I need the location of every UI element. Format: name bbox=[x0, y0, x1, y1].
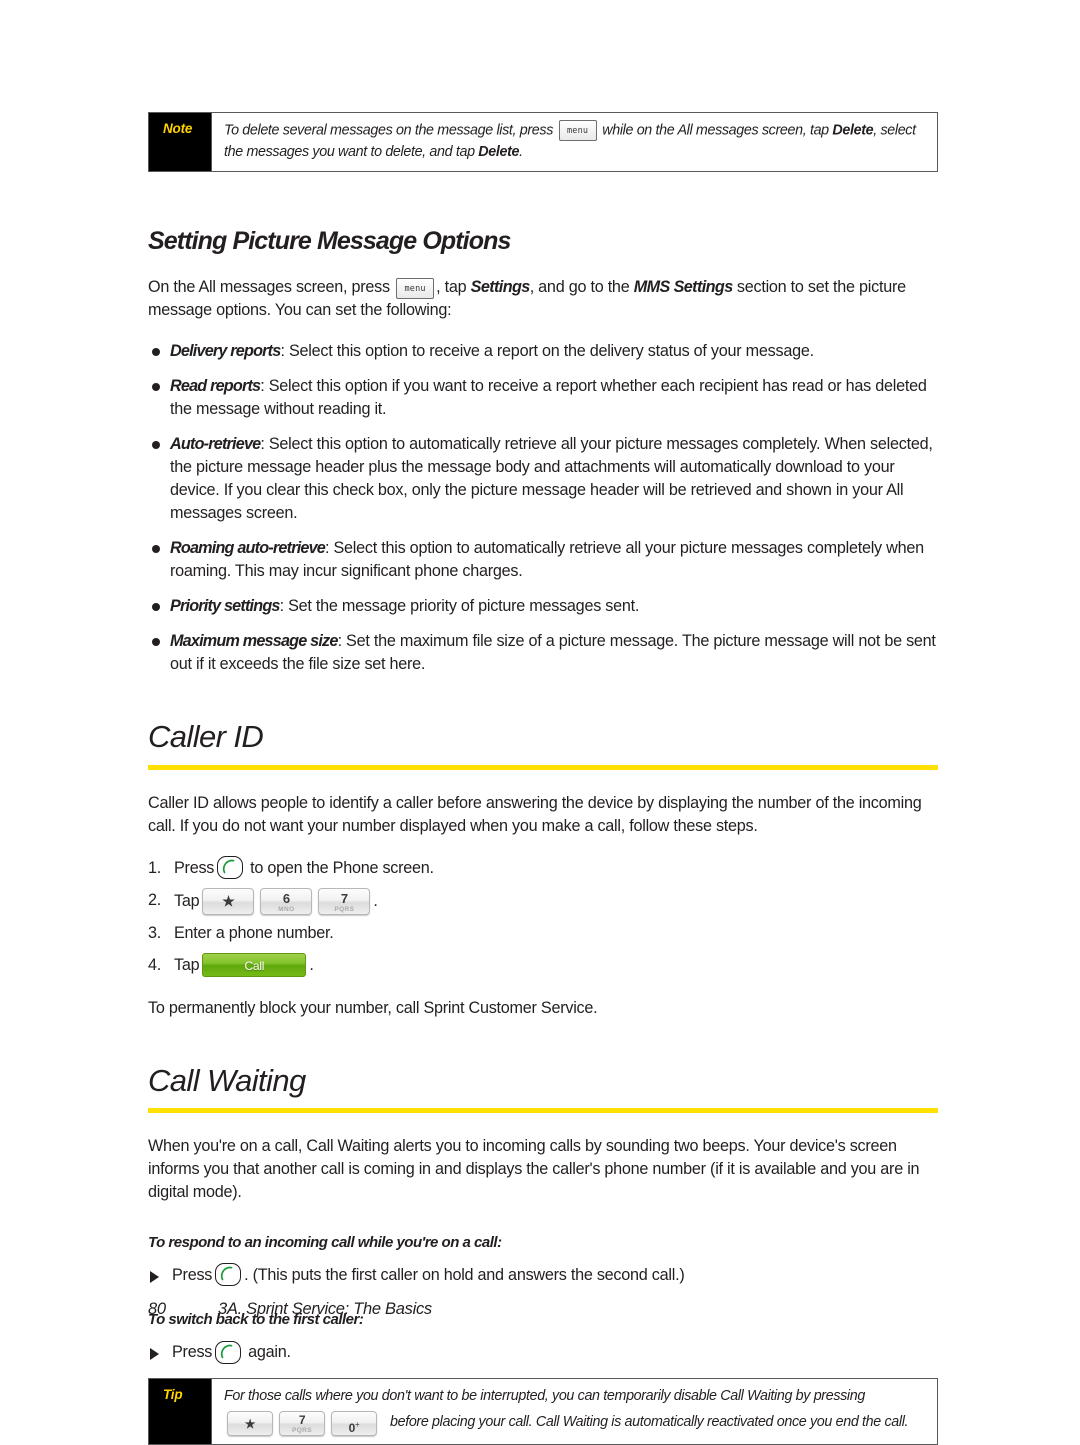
call-button-graphic: Call bbox=[202, 952, 307, 977]
step-item: Tap ★ 6 MNO 7 PQRS . bbox=[148, 887, 938, 915]
keypad-key-star-icon: ★ bbox=[202, 887, 255, 915]
tip-body: For those calls where you don't want to … bbox=[211, 1379, 937, 1444]
bullet-text: : Select this option if you want to rece… bbox=[170, 377, 927, 419]
keypad-key-number: ★ bbox=[244, 1416, 256, 1431]
caller-id-closing: To permanently block your number, call S… bbox=[148, 998, 598, 1017]
list-item: Maximum message size: Set the maximum fi… bbox=[148, 630, 938, 676]
caller-id-intro: Caller ID allows people to identify a ca… bbox=[148, 793, 922, 835]
arrow-bullet-icon bbox=[150, 1347, 159, 1360]
intro-text-c: , and go to the bbox=[529, 278, 630, 297]
step3-text: Enter a phone number. bbox=[174, 923, 334, 942]
picture-options-list: Delivery reports: Select this option to … bbox=[148, 340, 938, 676]
intro-text-a: On the All messages screen, press bbox=[148, 278, 390, 297]
call-waiting-steps-1: Press . (This puts the first caller on h… bbox=[148, 1263, 938, 1287]
call-key-icon bbox=[215, 1263, 242, 1287]
step1-text-a: Press bbox=[174, 858, 215, 877]
keypad-key-6-icon: 6 MNO bbox=[260, 887, 313, 915]
running-title: 3A. Sprint Service: The Basics bbox=[218, 1300, 432, 1318]
note-text-a: To delete several messages on the messag… bbox=[224, 122, 553, 139]
list-item: Roaming auto-retrieve: Select this optio… bbox=[148, 537, 938, 583]
note-bold-b: Delete bbox=[832, 122, 874, 139]
keypad-key-number: 7 bbox=[298, 1412, 306, 1427]
tip-callout: Tip For those calls where you don't want… bbox=[148, 1378, 938, 1445]
keypad-key-star-icon: ★ bbox=[227, 1410, 273, 1436]
heading-rule bbox=[148, 764, 938, 770]
intro-emphasis-mms-settings: MMS Settings bbox=[633, 278, 734, 297]
heading-caller-id: Caller ID bbox=[148, 719, 264, 755]
step-item: Press to open the Phone screen. bbox=[148, 856, 938, 882]
bullet-term: Delivery reports bbox=[170, 342, 281, 361]
call-key-icon bbox=[217, 856, 244, 880]
call-waiting-steps-2: Press again. bbox=[148, 1340, 938, 1364]
heading-rule bbox=[148, 1107, 938, 1113]
keypad-key-0-icon: 0+ bbox=[331, 1410, 377, 1436]
page-content: Note To delete several messages on the m… bbox=[148, 112, 938, 1445]
note-text-d: . bbox=[519, 143, 523, 160]
step-item: Enter a phone number. bbox=[148, 921, 938, 947]
keypad-key-number: 6 bbox=[282, 890, 290, 906]
list-item: Auto-retrieve: Select this option to aut… bbox=[148, 433, 938, 525]
note-callout: Note To delete several messages on the m… bbox=[148, 112, 938, 173]
arrow-bullet-icon bbox=[150, 1270, 159, 1283]
bullet-term: Read reports bbox=[170, 377, 261, 396]
bullet-term: Priority settings bbox=[170, 597, 280, 616]
list-item: Priority settings: Set the message prior… bbox=[148, 595, 938, 618]
step2-text-a: Tap bbox=[174, 891, 200, 910]
arrow-step-item: Press . (This puts the first caller on h… bbox=[148, 1263, 938, 1287]
keypad-key-number: 0+ bbox=[348, 1419, 360, 1435]
page-footer: 80 3A. Sprint Service: The Basics bbox=[148, 1300, 938, 1319]
page-number: 80 bbox=[148, 1300, 166, 1318]
document-page: Note To delete several messages on the m… bbox=[0, 0, 1080, 1445]
cw-step2-text-b: again. bbox=[248, 1342, 291, 1361]
keypad-key-7-icon: 7 PQRS bbox=[279, 1410, 325, 1436]
call-key-icon bbox=[215, 1340, 242, 1364]
bullet-text: : Set the message priority of picture me… bbox=[279, 597, 640, 616]
heading-setting-picture-message-options: Setting Picture Message Options bbox=[148, 227, 511, 256]
step2-text-b: . bbox=[373, 891, 378, 910]
note-body: To delete several messages on the messag… bbox=[211, 113, 937, 172]
tip-line-2-text: before placing your call. Call Waiting i… bbox=[390, 1414, 909, 1431]
cw-step2-text-a: Press bbox=[172, 1342, 213, 1361]
step1-text-b: to open the Phone screen. bbox=[250, 858, 434, 877]
caller-id-steps: Press to open the Phone screen. Tap ★ 6 … bbox=[148, 856, 938, 979]
list-item: Delivery reports: Select this option to … bbox=[148, 340, 938, 363]
keypad-key-letters: MNO bbox=[278, 905, 295, 913]
keypad-key-number: ★ bbox=[222, 892, 235, 909]
step4-text-b: . bbox=[309, 955, 314, 974]
note-bold-c: Delete bbox=[478, 143, 520, 160]
arrow-step-item: Press again. bbox=[148, 1340, 938, 1364]
cw-step1-text-b: . (This puts the first caller on hold an… bbox=[244, 1265, 685, 1284]
step4-text-a: Tap bbox=[174, 955, 200, 974]
bullet-term: Roaming auto-retrieve bbox=[170, 539, 326, 558]
intro-emphasis-settings: Settings bbox=[470, 278, 531, 297]
cw-step1-text-a: Press bbox=[172, 1265, 213, 1284]
intro-text-b: , tap bbox=[436, 278, 467, 297]
keypad-key-plus: + bbox=[355, 1419, 360, 1429]
bullet-text: : Select this option to automatically re… bbox=[170, 435, 933, 523]
picture-options-intro: On the All messages screen, press menu, … bbox=[148, 276, 938, 322]
heading-call-waiting: Call Waiting bbox=[148, 1062, 306, 1098]
keypad-key-letters: PQRS bbox=[334, 905, 355, 913]
bullet-term: Maximum message size bbox=[170, 632, 338, 651]
tip-label: Tip bbox=[149, 1379, 211, 1444]
note-text-b: while on the All messages screen, tap bbox=[602, 122, 829, 139]
note-label: Note bbox=[149, 113, 211, 172]
list-item: Read reports: Select this option if you … bbox=[148, 375, 938, 421]
menu-key-icon: menu bbox=[558, 120, 597, 141]
subheading-respond-incoming-call: To respond to an incoming call while you… bbox=[148, 1233, 502, 1251]
menu-key-icon: menu bbox=[396, 277, 435, 299]
tip-line-2: ★ 7 PQRS 0+ before placing your call. Ca… bbox=[224, 1410, 927, 1436]
keypad-key-letters: PQRS bbox=[291, 1426, 313, 1434]
keypad-key-7-icon: 7 PQRS bbox=[318, 887, 371, 915]
keypad-key-number: 7 bbox=[340, 890, 348, 906]
step-item: Tap Call . bbox=[148, 953, 938, 979]
bullet-term: Auto-retrieve bbox=[170, 435, 261, 454]
bullet-text: : Select this option to receive a report… bbox=[280, 342, 814, 361]
call-waiting-intro: When you're on a call, Call Waiting aler… bbox=[148, 1136, 920, 1201]
